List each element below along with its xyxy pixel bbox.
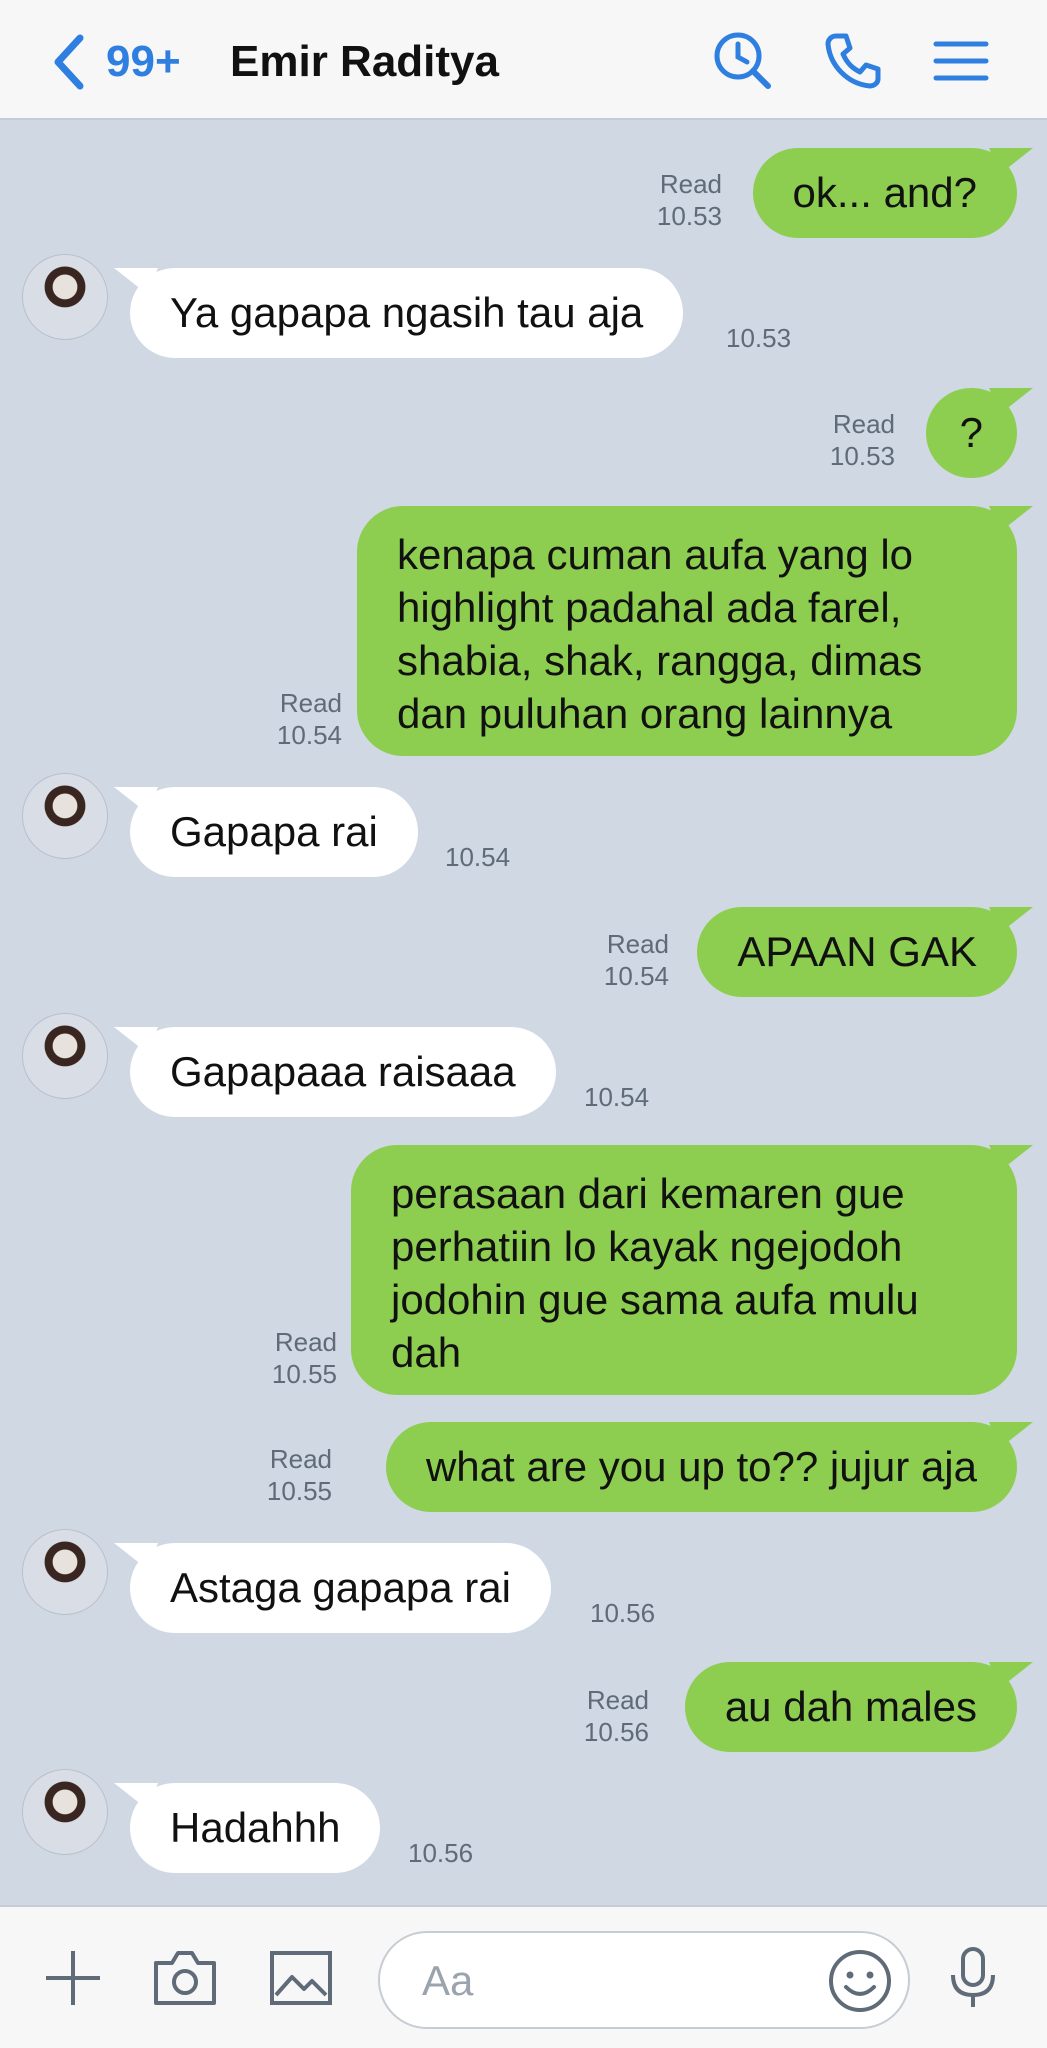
outgoing-message-bubble[interactable]: what are you up to?? jujur aja [385, 1422, 1017, 1512]
read-receipt: Read 10.53 [829, 409, 895, 471]
message-text: Gapapa rai [170, 808, 378, 855]
avatar[interactable] [22, 1013, 108, 1099]
emoji-icon[interactable] [826, 1947, 894, 2015]
message-list[interactable]: Read 10.53 ok... and? Ya gapapa ngasih ta… [0, 0, 1047, 1905]
message-text: APAAN GAK [737, 928, 977, 975]
incoming-message-bubble[interactable]: Astaga gapapa rai [130, 1543, 551, 1633]
message-input-container[interactable] [378, 1931, 910, 2029]
microphone-icon[interactable] [940, 1945, 1006, 2011]
incoming-message-bubble[interactable]: Hadahhh [130, 1783, 381, 1873]
outgoing-message-bubble[interactable]: kenapa cuman aufa yang lo highlight pada… [357, 506, 1017, 756]
outgoing-message-bubble[interactable]: ? [925, 388, 1017, 478]
message-text-line: dan puluhan orang lainnya [397, 690, 893, 737]
menu-icon[interactable] [930, 30, 992, 92]
message-text: Hadahhh [170, 1804, 341, 1851]
message-time: 10.54 [445, 842, 511, 872]
avatar[interactable] [22, 1529, 108, 1615]
avatar[interactable] [22, 773, 108, 859]
message-text-line: jodohin gue sama aufa mulu [391, 1276, 919, 1323]
read-receipt: Read 10.54 [276, 688, 342, 750]
message-text: au dah males [724, 1683, 977, 1730]
read-receipt: Read 10.56 [583, 1685, 649, 1747]
message-text-line: highlight padahal ada farel, [397, 584, 902, 631]
composer-bar [0, 1905, 1047, 2048]
avatar[interactable] [22, 1769, 108, 1855]
incoming-message-bubble[interactable]: Gapapaaa raisaaa [130, 1027, 556, 1117]
message-text: ok... and? [792, 169, 977, 216]
message-input[interactable] [420, 1955, 794, 2007]
message-time: 10.56 [408, 1838, 474, 1868]
message-text: what are you up to?? jujur aja [425, 1443, 977, 1490]
message-text-line: perasaan dari kemaren gue [391, 1170, 905, 1217]
outgoing-message-bubble[interactable]: ok... and? [752, 148, 1017, 238]
plus-icon[interactable] [40, 1945, 106, 2011]
search-clock-icon[interactable] [712, 30, 774, 92]
contact-name[interactable]: Emir Raditya [230, 36, 499, 88]
outgoing-message-bubble[interactable]: au dah males [684, 1662, 1017, 1752]
read-receipt: Read 10.53 [656, 169, 722, 231]
back-icon[interactable] [50, 34, 90, 90]
chat-header: 99+ Emir Raditya [0, 0, 1047, 120]
incoming-message-bubble[interactable]: Ya gapapa ngasih tau aja [130, 268, 684, 358]
avatar[interactable] [22, 254, 108, 340]
message-text: Ya gapapa ngasih tau aja [170, 289, 644, 336]
unread-count[interactable]: 99+ [106, 36, 181, 88]
message-text: Gapapaaa raisaaa [170, 1048, 516, 1095]
phone-icon[interactable] [822, 30, 884, 92]
read-receipt: Read 10.55 [266, 1444, 332, 1506]
outgoing-message-bubble[interactable]: APAAN GAK [697, 907, 1017, 997]
read-receipt: Read 10.55 [271, 1327, 337, 1389]
outgoing-message-bubble[interactable]: perasaan dari kemaren gue perhatiin lo k… [351, 1145, 1017, 1395]
message-time: 10.53 [726, 323, 792, 353]
incoming-message-bubble[interactable]: Gapapa rai [130, 787, 418, 877]
message-text: ? [959, 409, 983, 456]
message-time: 10.56 [590, 1598, 656, 1628]
message-text-line: kenapa cuman aufa yang lo [397, 531, 914, 578]
camera-icon[interactable] [152, 1945, 218, 2011]
message-text-line: perhatiin lo kayak ngejodoh [391, 1223, 903, 1270]
message-text-line: dah [391, 1329, 462, 1376]
message-text-line: shabia, shak, rangga, dimas [397, 637, 923, 684]
read-receipt: Read 10.54 [603, 929, 669, 991]
message-time: 10.54 [584, 1082, 650, 1112]
message-text: Astaga gapapa rai [170, 1564, 511, 1611]
image-icon[interactable] [268, 1945, 334, 2011]
